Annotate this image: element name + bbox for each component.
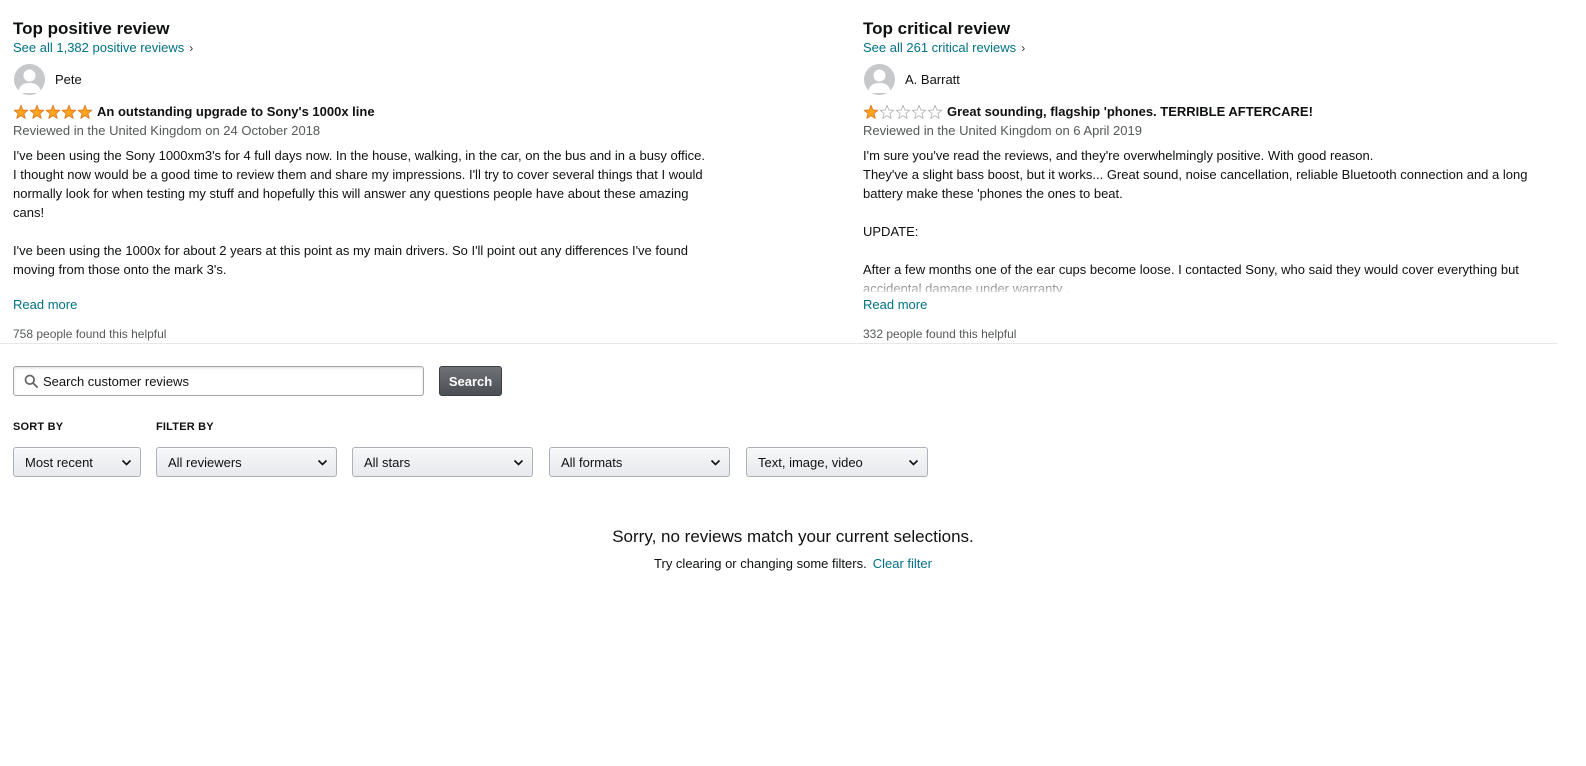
star-empty-icon — [911, 104, 927, 119]
star-filled-icon — [29, 104, 45, 119]
review-date: Reviewed in the United Kingdom on 6 Apri… — [863, 123, 1142, 138]
search-icon — [24, 374, 38, 388]
see-all-critical-label: See all 261 critical reviews — [863, 40, 1017, 55]
search-input[interactable] — [43, 367, 413, 395]
chevron-down-icon — [121, 459, 132, 466]
review-paragraph: I've been using the 1000x for about 2 ye… — [13, 243, 688, 277]
star-filled-icon — [13, 104, 29, 119]
star-rating[interactable] — [863, 104, 943, 120]
clear-filter-link[interactable]: Clear filter — [873, 556, 932, 571]
chevron-down-icon — [317, 459, 328, 466]
sort-dropdown-value: Most recent — [25, 455, 93, 470]
sort-by-label: SORT BY — [13, 421, 64, 433]
star-filled-icon — [863, 104, 879, 119]
positive-review-heading: Top positive review — [13, 19, 170, 38]
review-paragraph: I've been using the Sony 1000xm3's for 4… — [13, 148, 705, 220]
review-paragraph: I'm sure you've read the reviews, and th… — [863, 148, 1528, 201]
no-results-message: Sorry, no reviews match your current sel… — [612, 527, 974, 546]
read-more-link[interactable]: Read more — [13, 297, 77, 312]
text-fade-overlay — [863, 274, 1553, 292]
chevron-right-icon: › — [1021, 41, 1026, 55]
see-all-positive-label: See all 1,382 positive reviews — [13, 40, 185, 55]
star-empty-icon — [927, 104, 943, 119]
chevron-down-icon — [513, 459, 524, 466]
sort-dropdown[interactable]: Most recent — [13, 447, 141, 477]
review-body: I've been using the Sony 1000xm3's for 4… — [13, 146, 705, 286]
chevron-down-icon — [908, 459, 919, 466]
star-rating[interactable] — [13, 104, 93, 120]
search-button[interactable]: Search — [439, 366, 502, 396]
stars-dropdown-value: All stars — [364, 455, 411, 470]
reviewers-filter-dropdown[interactable]: All reviewers — [156, 447, 337, 477]
chevron-down-icon — [710, 459, 721, 466]
media-dropdown-value: Text, image, video — [758, 455, 863, 470]
reviewer-name[interactable]: A. Barratt — [905, 72, 960, 87]
star-filled-icon — [61, 104, 77, 119]
section-divider — [0, 343, 1558, 344]
chevron-right-icon: › — [189, 41, 194, 55]
star-filled-icon — [77, 104, 93, 119]
reviewer-avatar-icon — [864, 64, 895, 95]
stars-filter-dropdown[interactable]: All stars — [352, 447, 533, 477]
helpful-count: 332 people found this helpful — [863, 327, 1017, 341]
review-title[interactable]: An outstanding upgrade to Sony's 1000x l… — [97, 104, 375, 119]
review-date: Reviewed in the United Kingdom on 24 Oct… — [13, 123, 321, 138]
review-body: I'm sure you've read the reviews, and th… — [863, 146, 1553, 292]
see-all-critical-link[interactable]: See all 261 critical reviews › — [863, 40, 1025, 55]
no-results-hint-text: Try clearing or changing some filters. — [654, 556, 867, 571]
helpful-count: 758 people found this helpful — [13, 327, 167, 341]
formats-filter-dropdown[interactable]: All formats — [549, 447, 730, 477]
filter-by-label: FILTER BY — [156, 421, 214, 433]
reviewers-dropdown-value: All reviewers — [168, 455, 242, 470]
read-more-link[interactable]: Read more — [863, 297, 927, 312]
review-title[interactable]: Great sounding, flagship 'phones. TERRIB… — [947, 104, 1313, 119]
star-filled-icon — [45, 104, 61, 119]
see-all-positive-link[interactable]: See all 1,382 positive reviews › — [13, 40, 193, 55]
no-results-hint: Try clearing or changing some filters. Cl… — [0, 556, 1586, 571]
formats-dropdown-value: All formats — [561, 455, 623, 470]
reviewer-avatar-icon — [14, 64, 45, 95]
reviewer-name[interactable]: Pete — [55, 72, 82, 87]
star-empty-icon — [879, 104, 895, 119]
media-type-filter-dropdown[interactable]: Text, image, video — [746, 447, 928, 477]
review-search-box[interactable] — [13, 366, 424, 396]
review-paragraph: UPDATE: — [863, 224, 919, 239]
critical-review-heading: Top critical review — [863, 19, 1011, 38]
star-empty-icon — [895, 104, 911, 119]
